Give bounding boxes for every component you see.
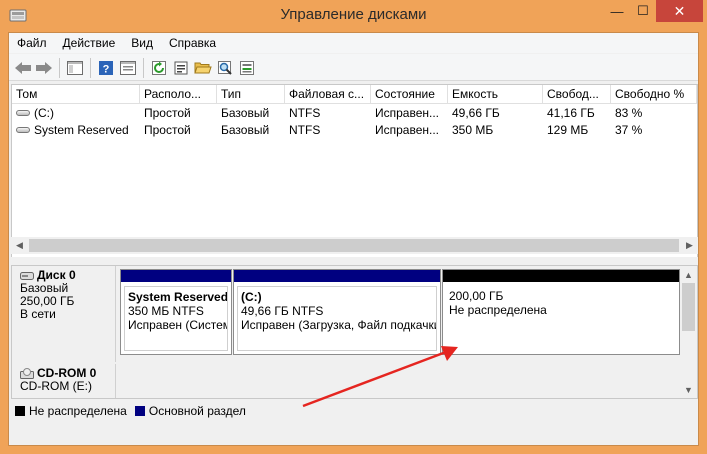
column-header-free-percent[interactable]: Свободно %	[611, 85, 697, 104]
volume-name: System Reserved	[34, 123, 129, 137]
toolbar-separator	[90, 58, 91, 78]
column-header-volume[interactable]: Том	[12, 85, 140, 104]
volume-free-percent: 83 %	[615, 106, 643, 120]
volume-filesystem: NTFS	[289, 123, 321, 137]
toolbar-separator	[143, 58, 144, 78]
status-bar	[9, 422, 698, 445]
minimize-button[interactable]: —	[604, 0, 630, 22]
volume-filesystem: NTFS	[289, 106, 321, 120]
menu-bar: Файл Действие Вид Справка	[9, 33, 698, 53]
partition-name: (C:)	[241, 290, 262, 304]
console-tree-icon[interactable]	[65, 58, 85, 78]
volume-icon	[16, 126, 30, 133]
scroll-down-arrow-icon[interactable]: ▼	[680, 381, 697, 398]
column-header-layout[interactable]: Располо...	[140, 85, 217, 104]
menu-file[interactable]: Файл	[9, 33, 55, 53]
window-title: Управление дисками	[280, 6, 427, 23]
partition-color-bar	[234, 270, 440, 282]
volume-list: Том Располо... Тип Файловая с... Состоян…	[11, 84, 698, 259]
menu-view[interactable]: Вид	[123, 33, 161, 53]
disk-row: Диск 0 Базовый 250,00 ГБ В сети System R…	[12, 266, 682, 362]
volume-capacity: 49,66 ГБ	[452, 106, 500, 120]
partition-name: System Reserved	[128, 290, 228, 304]
help-icon[interactable]: ?	[96, 58, 116, 78]
maximize-button[interactable]: ☐	[631, 0, 655, 22]
scroll-left-arrow-icon[interactable]: ◀	[11, 237, 28, 254]
volume-list-header: Том Располо... Тип Файловая с... Состоян…	[12, 85, 697, 104]
volume-layout: Простой	[144, 123, 191, 137]
pane-splitter[interactable]	[9, 257, 698, 265]
table-row[interactable]: (C:) Простой Базовый NTFS Исправен... 49…	[12, 105, 697, 122]
forward-arrow-icon[interactable]	[34, 58, 54, 78]
column-header-type[interactable]: Тип	[217, 85, 285, 104]
close-button[interactable]: ✕	[656, 0, 703, 22]
volume-name: (C:)	[34, 106, 54, 120]
scroll-right-arrow-icon[interactable]: ▶	[681, 237, 698, 254]
partition-size: 49,66 ГБ NTFS	[241, 304, 324, 318]
partition-system-reserved[interactable]: System Reserved 350 МБ NTFS Исправен (Си…	[120, 269, 232, 355]
volume-layout: Простой	[144, 106, 191, 120]
horizontal-scrollbar[interactable]: ◀ ▶	[11, 237, 698, 254]
column-header-status[interactable]: Состояние	[371, 85, 448, 104]
partition-color-bar	[121, 270, 231, 282]
partition-status: Исправен (Загрузка, Файл подкачки	[241, 318, 437, 332]
menu-help[interactable]: Справка	[161, 33, 224, 53]
toolbar-separator	[59, 58, 60, 78]
disk-status: В сети	[20, 307, 56, 321]
disk-row: CD-ROM 0 CD-ROM (E:)	[12, 364, 682, 398]
volume-type: Базовый	[221, 106, 270, 120]
volume-free-space: 129 МБ	[547, 123, 589, 137]
scroll-up-arrow-icon[interactable]: ▲	[680, 266, 697, 283]
menu-action[interactable]: Действие	[55, 33, 124, 53]
column-header-free-space[interactable]: Свобод...	[543, 85, 611, 104]
hard-disk-icon	[20, 271, 34, 280]
volume-free-space: 41,16 ГБ	[547, 106, 595, 120]
volume-free-percent: 37 %	[615, 123, 643, 137]
back-arrow-icon[interactable]	[13, 58, 33, 78]
partition-unallocated[interactable]: 200,00 ГБ Не распределена	[442, 269, 680, 355]
toolbar: ?	[9, 54, 698, 81]
disk-type: CD-ROM (E:)	[20, 379, 92, 393]
legend-label-unallocated: Не распределена	[29, 403, 127, 418]
volume-type: Базовый	[221, 123, 270, 137]
disk-graphical-view: Диск 0 Базовый 250,00 ГБ В сети System R…	[11, 265, 698, 399]
settings-icon[interactable]	[237, 58, 257, 78]
column-header-capacity[interactable]: Емкость	[448, 85, 543, 104]
properties-icon[interactable]	[171, 58, 191, 78]
title-bar: Управление дисками — ☐ ✕	[0, 0, 707, 32]
properties-list-icon[interactable]	[118, 58, 138, 78]
disk-info[interactable]: CD-ROM 0 CD-ROM (E:)	[12, 364, 116, 398]
window-client: Файл Действие Вид Справка ? Том Располо.…	[8, 32, 699, 446]
volume-status: Исправен...	[375, 106, 440, 120]
partition-size: 350 МБ NTFS	[128, 304, 204, 318]
partition-status: Исправен (Систем	[128, 318, 228, 332]
volume-capacity: 350 МБ	[452, 123, 494, 137]
column-header-filesystem[interactable]: Файловая с...	[285, 85, 371, 104]
scrollbar-thumb[interactable]	[682, 283, 695, 331]
legend-swatch-primary	[134, 405, 145, 416]
table-row[interactable]: System Reserved Простой Базовый NTFS Исп…	[12, 122, 697, 139]
search-icon[interactable]	[215, 58, 235, 78]
volume-status: Исправен...	[375, 123, 440, 137]
cd-rom-icon	[20, 367, 34, 379]
legend-swatch-unallocated	[15, 405, 25, 416]
partition-size: 200,00 ГБ	[449, 289, 504, 303]
vertical-scrollbar[interactable]: ▲ ▼	[680, 266, 697, 398]
partition-color-bar	[443, 270, 679, 282]
legend-label-primary: Основной раздел	[148, 403, 246, 418]
svg-text:?: ?	[103, 64, 110, 76]
volume-icon	[16, 109, 30, 116]
partition-c-drive[interactable]: (C:) 49,66 ГБ NTFS Исправен (Загрузка, Ф…	[233, 269, 441, 355]
legend: Не распределена Основной раздел	[11, 401, 698, 420]
disk-info[interactable]: Диск 0 Базовый 250,00 ГБ В сети	[12, 266, 116, 362]
open-folder-icon[interactable]	[193, 58, 213, 78]
partition-status: Не распределена	[449, 303, 547, 317]
refresh-icon[interactable]	[149, 58, 169, 78]
scrollbar-thumb[interactable]	[29, 239, 679, 252]
